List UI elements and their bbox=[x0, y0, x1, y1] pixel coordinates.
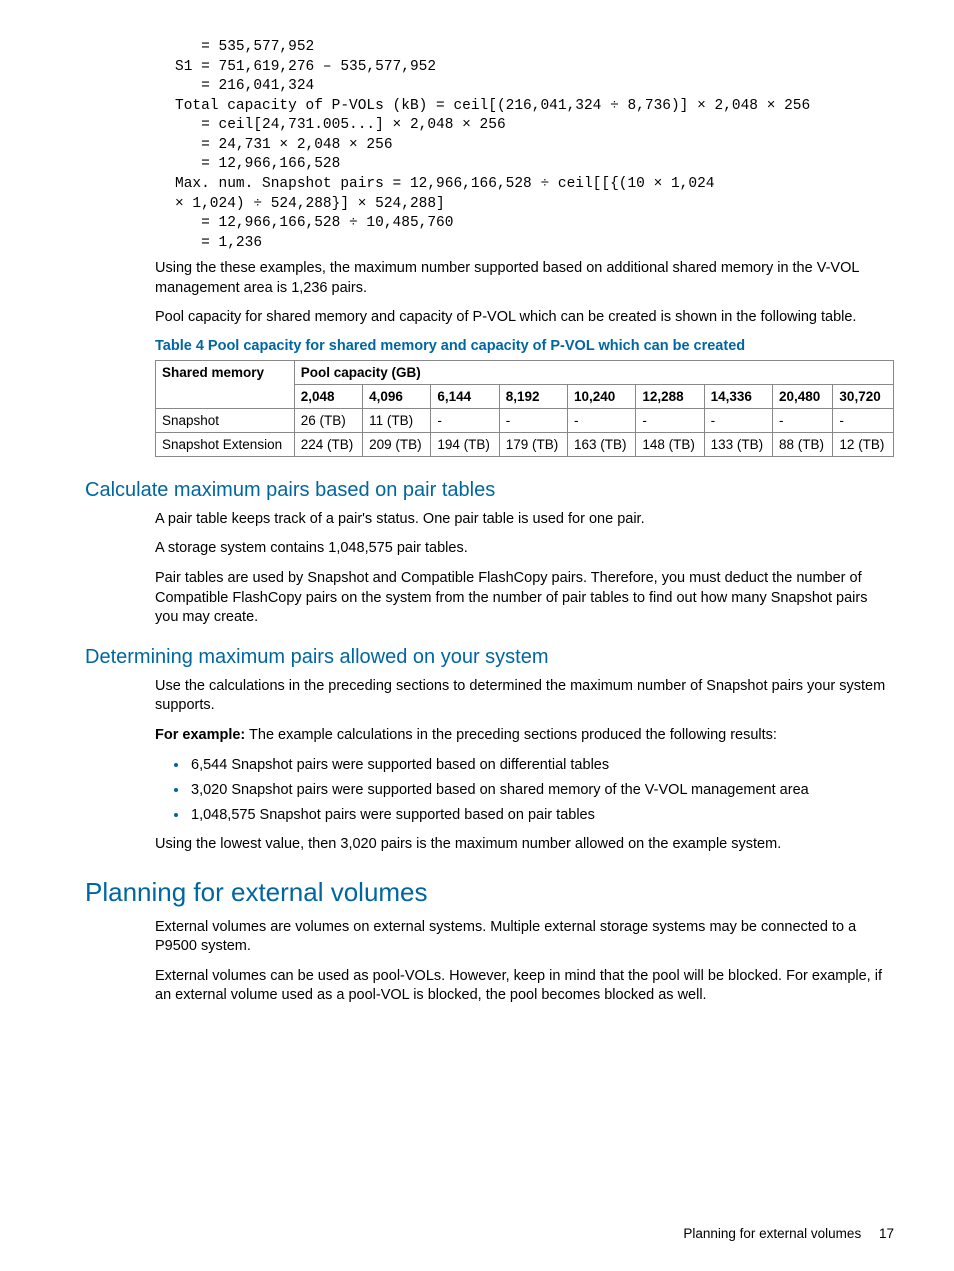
col-10240: 10,240 bbox=[568, 384, 636, 408]
cell: 194 (TB) bbox=[431, 432, 499, 456]
table-row: Snapshot 26 (TB) 11 (TB) - - - - - - - bbox=[156, 408, 894, 432]
cell: 26 (TB) bbox=[294, 408, 362, 432]
paragraph: Use the calculations in the preceding se… bbox=[155, 677, 894, 716]
col-8192: 8,192 bbox=[499, 384, 567, 408]
col-30720: 30,720 bbox=[833, 384, 894, 408]
page-footer: Planning for external volumes 17 bbox=[683, 1226, 894, 1241]
example-text: The example calculations in the precedin… bbox=[245, 727, 777, 743]
paragraph: A pair table keeps track of a pair's sta… bbox=[155, 510, 894, 530]
cell: - bbox=[704, 408, 772, 432]
cell: 12 (TB) bbox=[833, 432, 894, 456]
cell: - bbox=[833, 408, 894, 432]
pool-capacity-table: Shared memory Pool capacity (GB) 2,048 4… bbox=[155, 360, 894, 457]
cell: - bbox=[431, 408, 499, 432]
cell: - bbox=[636, 408, 704, 432]
paragraph: Pool capacity for shared memory and capa… bbox=[155, 308, 894, 328]
cell: - bbox=[772, 408, 832, 432]
list-item: 6,544 Snapshot pairs were supported base… bbox=[189, 755, 894, 776]
cell: 133 (TB) bbox=[704, 432, 772, 456]
col-4096: 4,096 bbox=[363, 384, 431, 408]
col-20480: 20,480 bbox=[772, 384, 832, 408]
col-shared-memory: Shared memory bbox=[156, 360, 295, 408]
row-label: Snapshot Extension bbox=[156, 432, 295, 456]
example-bullets: 6,544 Snapshot pairs were supported base… bbox=[155, 755, 894, 825]
col-2048: 2,048 bbox=[294, 384, 362, 408]
page-number: 17 bbox=[879, 1226, 894, 1241]
cell: 179 (TB) bbox=[499, 432, 567, 456]
list-item: 1,048,575 Snapshot pairs were supported … bbox=[189, 805, 894, 826]
code-block: = 535,577,952 S1 = 751,619,276 – 535,577… bbox=[175, 38, 894, 253]
table-caption: Table 4 Pool capacity for shared memory … bbox=[155, 338, 894, 354]
paragraph: External volumes can be used as pool-VOL… bbox=[155, 967, 894, 1006]
col-6144: 6,144 bbox=[431, 384, 499, 408]
cell: 148 (TB) bbox=[636, 432, 704, 456]
cell: 88 (TB) bbox=[772, 432, 832, 456]
paragraph: A storage system contains 1,048,575 pair… bbox=[155, 539, 894, 559]
col-12288: 12,288 bbox=[636, 384, 704, 408]
heading-planning-external-volumes: Planning for external volumes bbox=[85, 877, 894, 908]
col-pool-capacity: Pool capacity (GB) bbox=[294, 360, 893, 384]
table-row: Snapshot Extension 224 (TB) 209 (TB) 194… bbox=[156, 432, 894, 456]
heading-determining-max-pairs: Determining maximum pairs allowed on you… bbox=[85, 646, 894, 669]
cell: 163 (TB) bbox=[568, 432, 636, 456]
content-area: = 535,577,952 S1 = 751,619,276 – 535,577… bbox=[85, 38, 894, 1006]
cell: 11 (TB) bbox=[363, 408, 431, 432]
row-label: Snapshot bbox=[156, 408, 295, 432]
paragraph: Using the these examples, the maximum nu… bbox=[155, 259, 894, 298]
heading-calc-max-pairs: Calculate maximum pairs based on pair ta… bbox=[85, 479, 894, 502]
paragraph: External volumes are volumes on external… bbox=[155, 918, 894, 957]
paragraph: Pair tables are used by Snapshot and Com… bbox=[155, 569, 894, 628]
page: = 535,577,952 S1 = 751,619,276 – 535,577… bbox=[0, 0, 954, 1271]
paragraph: Using the lowest value, then 3,020 pairs… bbox=[155, 835, 894, 855]
cell: - bbox=[568, 408, 636, 432]
list-item: 3,020 Snapshot pairs were supported base… bbox=[189, 780, 894, 801]
footer-title: Planning for external volumes bbox=[683, 1226, 861, 1241]
cell: 209 (TB) bbox=[363, 432, 431, 456]
paragraph: For example: The example calculations in… bbox=[155, 726, 894, 746]
cell: - bbox=[499, 408, 567, 432]
example-label: For example: bbox=[155, 727, 245, 743]
col-14336: 14,336 bbox=[704, 384, 772, 408]
cell: 224 (TB) bbox=[294, 432, 362, 456]
